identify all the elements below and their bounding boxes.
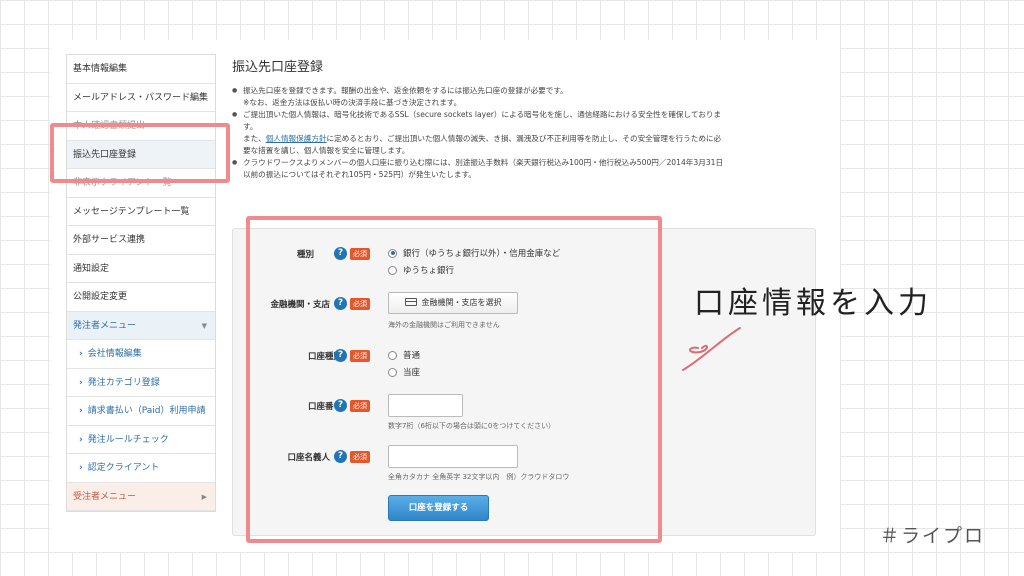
handwritten-caption: 口座情報を入力 (694, 286, 932, 321)
chevron-right-icon: › (79, 463, 83, 473)
privacy-policy-link[interactable]: 個人情報保護方針 (266, 134, 327, 143)
sidebar-item-company-info[interactable]: › 会社情報編集 (67, 340, 215, 369)
sidebar-item-order-category[interactable]: › 発注カテゴリ登録 (67, 369, 215, 397)
page-title: 振込先口座登録 (232, 60, 324, 75)
note-text: 振込先口座を登録できます。報酬の出金や、返金依頼をするには振込先口座の登録が必要… (243, 86, 568, 95)
chevron-right-icon: › (79, 377, 83, 388)
receiver-menu-label: 受注者メニュー (73, 491, 137, 502)
orderer-menu-label: 発注者メニュー (73, 320, 137, 331)
note-item: 振込先口座を登録できます。報酬の出金や、返金依頼をするには振込先口座の登録が必要… (232, 85, 822, 109)
sidebar-group-receiver-menu[interactable]: 受注者メニュー ▶ (67, 482, 215, 511)
note-item: ご提出頂いた個人情報は、暗号化技術であるSSL（secure sockets l… (232, 109, 822, 157)
note-text: また、個人情報保護方針に定めるとおり、ご提出頂いた個人情報の滅失、き損、漏洩及び… (243, 133, 822, 145)
note-text: 要な措置を講じ、個人情報を安全に管理します。 (243, 146, 410, 155)
sidebar-item-basic-info[interactable]: 基本情報編集 (67, 55, 215, 84)
notes-list: 振込先口座を登録できます。報酬の出金や、返金依頼をするには振込先口座の登録が必要… (232, 85, 822, 181)
sidebar-item-certified-client[interactable]: › 認定クライアント (67, 454, 215, 483)
sidebar-highlight-box (50, 123, 230, 183)
sidebar-item-label: 会社情報編集 (87, 349, 142, 359)
sidebar-item-message-templates[interactable]: メッセージテンプレート一覧 (67, 198, 215, 226)
sidebar-group-orderer-menu[interactable]: 発注者メニュー ▼ (67, 311, 215, 340)
sidebar-item-label: 発注カテゴリ登録 (87, 377, 160, 388)
chevron-right-icon: › (79, 349, 83, 359)
note-text: また、 (243, 134, 266, 143)
note-text: す。 (243, 122, 258, 131)
note-text: ※なお、返金方法は仮払い時の決済手段に基づき決定されます。 (243, 98, 462, 107)
sidebar-item-order-rule-check[interactable]: › 発注ルールチェック (67, 426, 215, 454)
sidebar-item-label: 認定クライアント (87, 463, 160, 473)
form-highlight-box (246, 216, 662, 543)
chevron-right-icon: › (79, 406, 83, 416)
sidebar-item-notifications[interactable]: 通知設定 (67, 255, 215, 283)
note-text: クラウドワークスよりメンバーの個人口座に振り込む際には、別途振込手数料（楽天銀行… (243, 158, 724, 167)
brand-watermark: ＃ライプロ (880, 525, 986, 547)
sidebar-item-external-services[interactable]: 外部サービス連携 (67, 226, 215, 255)
note-text: 以前の振込についてはそれぞれ105円・525円）が発生いたします。 (243, 170, 476, 179)
chevron-right-icon: › (79, 434, 83, 445)
note-item: クラウドワークスよりメンバーの個人口座に振り込む際には、別途振込手数料（楽天銀行… (232, 157, 822, 181)
sidebar-item-email-password[interactable]: メールアドレス・パスワード編集 (67, 84, 215, 112)
note-text: に定めるとおり、ご提出頂いた個人情報の滅失、き損、漏洩及び不正利用等を防止し、そ… (326, 134, 722, 143)
sidebar-item-invoice-payment[interactable]: › 請求書払い（Paid）利用申請 (67, 397, 215, 426)
note-text: ご提出頂いた個人情報は、暗号化技術であるSSL（secure sockets l… (243, 110, 722, 119)
chevron-right-icon: ▶ (201, 492, 207, 501)
sidebar-item-label: 発注ルールチェック (87, 434, 169, 445)
squiggle-icon (682, 327, 741, 371)
chevron-down-icon: ▼ (201, 321, 207, 330)
sidebar-item-label: 請求書払い（Paid）利用申請 (87, 406, 206, 416)
sidebar-item-visibility[interactable]: 公開設定変更 (67, 283, 215, 312)
